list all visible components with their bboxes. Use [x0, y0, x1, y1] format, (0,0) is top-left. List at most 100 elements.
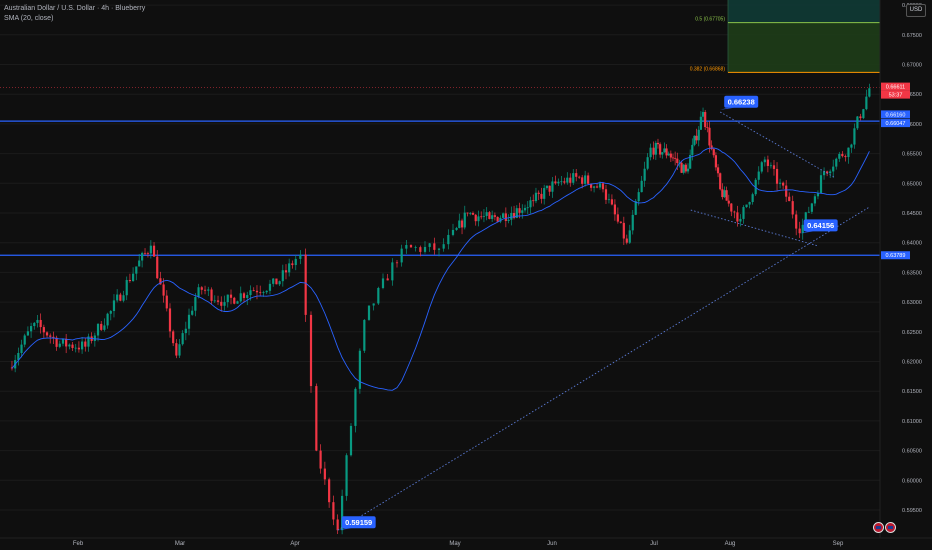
y-tick-label: 0.61000: [902, 419, 922, 425]
candle-body: [693, 135, 696, 145]
candle-body: [807, 211, 810, 213]
price-chart[interactable]: 0.618 (0.68541)0.5 (0.67705)0.382 (0.668…: [0, 0, 932, 550]
candle-body: [810, 203, 813, 212]
candle-body: [96, 323, 100, 336]
candle-body: [507, 219, 510, 221]
candle-body: [61, 338, 65, 344]
candle-body: [309, 314, 313, 387]
candle-body: [428, 243, 431, 247]
chart-root[interactable]: 0.618 (0.68541)0.5 (0.67705)0.382 (0.668…: [0, 0, 932, 550]
candle-body: [138, 260, 141, 267]
candle-body: [252, 290, 255, 292]
candle-body: [712, 149, 715, 156]
y-tick-label: 0.62500: [902, 330, 922, 336]
candle-body: [77, 347, 81, 350]
currency-button[interactable]: USD: [906, 4, 926, 17]
candle-body: [466, 212, 469, 214]
candle-body: [607, 199, 611, 201]
candle-body: [332, 502, 335, 520]
candle-body: [367, 305, 371, 320]
candle-body: [42, 327, 45, 333]
x-tick-label: Mar: [175, 541, 185, 547]
candle-body: [474, 214, 477, 222]
candle-body: [625, 238, 628, 243]
y-tick-label: 0.63000: [902, 300, 922, 306]
x-tick-label: Feb: [73, 541, 84, 547]
candle-body: [545, 185, 549, 189]
candle-body: [560, 181, 563, 183]
candle-body: [540, 193, 543, 199]
candle-body: [659, 144, 662, 155]
candle-body: [778, 182, 782, 184]
candle-body: [649, 147, 652, 158]
candle-body: [460, 220, 464, 228]
candle-body: [534, 192, 538, 202]
candle-body: [835, 158, 838, 167]
x-tick-label: May: [449, 541, 460, 547]
candle-body: [616, 214, 619, 222]
candle-body: [838, 153, 841, 159]
candle-body: [671, 157, 675, 159]
candle-body: [518, 208, 521, 213]
candle-body: [637, 192, 640, 202]
candle-body: [795, 214, 798, 229]
candle-body: [200, 287, 203, 290]
candle-body: [652, 147, 655, 155]
candle-body: [631, 214, 634, 231]
candle-body: [510, 213, 513, 220]
candle-body: [149, 245, 152, 254]
y-tick-label: 0.67000: [902, 63, 922, 69]
candle-body: [822, 171, 826, 176]
usd-flag-icon: [885, 522, 896, 533]
candle-body: [697, 129, 700, 141]
candle-body: [578, 176, 581, 178]
price-callout: 0.59159: [337, 516, 376, 531]
candle-body: [782, 182, 785, 186]
candle-body: [757, 171, 760, 180]
candle-body: [409, 245, 413, 248]
candle-body: [727, 200, 730, 204]
candle-body: [152, 245, 156, 257]
candle-body: [699, 116, 702, 130]
candle-body: [304, 254, 307, 315]
candle-body: [736, 212, 739, 222]
currency-flags: [873, 520, 897, 538]
candle-body: [168, 308, 172, 332]
candle-body: [242, 293, 246, 298]
fib-level-label: 0.5 (0.67705): [695, 17, 725, 23]
candle-body: [265, 290, 268, 293]
candle-body: [491, 215, 494, 219]
candle-body: [259, 292, 262, 294]
y-tick-label: 0.65500: [902, 152, 922, 158]
candle-body: [291, 263, 294, 266]
candle-body: [458, 220, 461, 228]
candle-body: [485, 212, 488, 216]
candle-body: [194, 297, 197, 311]
candle-body: [315, 386, 318, 451]
candle-body: [587, 175, 590, 184]
candle-body: [246, 295, 249, 298]
x-tick-label: Apr: [290, 541, 299, 547]
candle-body: [294, 258, 297, 266]
indicator-label: SMA (20, close): [4, 15, 54, 22]
candle-body: [592, 186, 596, 188]
candle-body: [856, 116, 859, 129]
candle-body: [405, 245, 408, 249]
candle-body: [463, 212, 466, 228]
symbol-title: Australian Dollar / U.S. Dollar · 4h · B…: [4, 5, 146, 12]
candle-body: [766, 159, 769, 166]
price-tag-label: 0.66160: [886, 112, 906, 118]
candle-body: [477, 216, 480, 222]
candle-body: [284, 270, 288, 273]
candle-body: [33, 322, 36, 327]
candle-body: [74, 347, 77, 349]
candle-body: [684, 164, 687, 172]
callout-label: 0.59159: [345, 518, 372, 527]
candle-body: [548, 185, 551, 192]
candle-body: [93, 335, 96, 341]
price-tag: 0.63789: [881, 251, 910, 260]
candle-body: [775, 168, 779, 184]
y-tick-label: 0.64000: [902, 241, 922, 247]
candle-body: [328, 479, 331, 503]
aud-flag-icon: [873, 522, 884, 533]
